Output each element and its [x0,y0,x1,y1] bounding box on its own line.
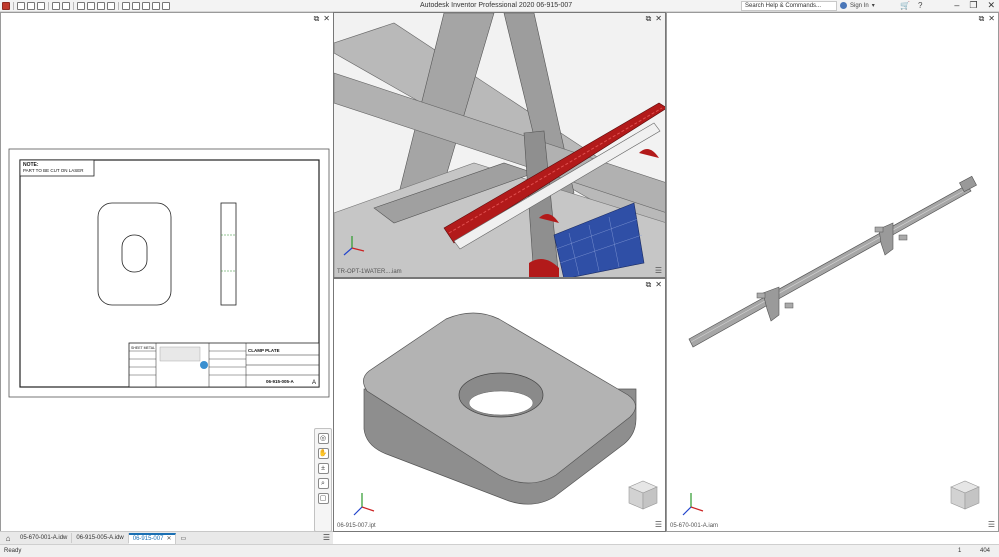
tabs-menu-icon[interactable]: ☰ [323,533,330,542]
doc-tab-label: 06-915-005-A.idw [76,535,124,541]
window-title: Autodesk Inventor Professional 2020 06-9… [420,2,573,9]
viewcube-icon [950,480,980,510]
drawing-number: 06-915-005-A [266,379,295,384]
axis-triad [682,493,704,516]
undo-icon[interactable] [52,2,60,10]
full-navigation-wheel-icon[interactable]: ◎ [317,433,329,444]
plate-slot-bottom [468,390,534,416]
close-pane-icon[interactable]: ✕ [655,15,662,23]
customize-icon[interactable] [162,2,170,10]
close-button[interactable]: ✕ [987,0,995,11]
close-pane-icon[interactable]: ✕ [323,15,330,23]
home-icon[interactable]: ⌂ [0,534,16,543]
revision-letter: A [312,380,316,386]
pane-menu-icon[interactable]: ☰ [655,266,662,275]
part-pane-label: 06-915-007.ipt [337,523,376,529]
restore-button[interactable]: ❐ [969,0,977,11]
redo-icon[interactable] [62,2,70,10]
rail-viewport [682,175,980,516]
sheet-metal-label: SHEET METAL [131,346,155,350]
update-icon[interactable] [97,2,105,10]
user-icon [840,2,847,9]
parameters-icon[interactable] [152,2,160,10]
part-pane[interactable]: ⧉ ✕ 06-915-007.ipt ☰ [333,278,666,532]
rail-tube [688,184,972,348]
return-icon[interactable] [87,2,95,10]
close-pane-icon[interactable]: ✕ [655,281,662,289]
part-viewport [334,279,665,531]
open-file-icon[interactable] [27,2,35,10]
user-account[interactable]: Sign In ▾ [840,2,875,9]
new-file-icon[interactable] [17,2,25,10]
close-tab-icon[interactable]: ✕ [166,536,171,542]
doc-tab-2[interactable]: 06-915-005-A.idw [72,533,129,543]
drawing-sheet: NOTE: PART TO BE CUT ON LASER SHEET META… [8,148,330,398]
quick-access-toolbar [2,1,170,11]
logo-badge [200,361,208,369]
help-icon[interactable]: ? [918,1,922,10]
zoom-selected-icon[interactable]: ▢ [317,493,329,504]
doc-tab-1[interactable]: 05-670-001-A.idw [16,533,73,543]
title-bar: Autodesk Inventor Professional 2020 06-9… [0,0,999,12]
minimize-button[interactable]: – [954,0,959,11]
select-icon[interactable] [107,2,115,10]
status-count-1: 1 [958,548,962,554]
zoom-window-icon[interactable]: ⌕ [317,478,329,489]
restore-pane-icon[interactable]: ⧉ [646,15,652,23]
note-text: PART TO BE CUT ON LASER [23,168,84,173]
measure-icon[interactable] [142,2,150,10]
restore-pane-icon[interactable]: ⧉ [314,15,320,23]
zoom-icon[interactable]: ± [317,463,329,474]
cart-icon[interactable]: 🛒 [900,1,910,10]
pane-menu-icon[interactable]: ☰ [988,520,995,529]
doc-tab-more[interactable]: ▭ [176,533,190,544]
document-tab-bar: ⌂ 05-670-001-A.idw 06-915-005-A.idw 06-9… [0,531,333,544]
user-name: Sign In [850,2,869,9]
assembly-pane-label: TR-OPT-1WATER....iam [337,269,402,275]
doc-tab-3[interactable]: 06-915-007 ✕ [128,532,177,544]
save-icon[interactable] [37,2,45,10]
assembly-viewport [334,13,665,277]
status-bar: Ready 1 404 [0,544,999,557]
navigation-bar: ◎ ✋ ± ⌕ ▢ [314,428,332,532]
status-count-2: 404 [980,548,991,554]
doc-tab-label: 06-915-007 [132,535,164,542]
part-name: CLAMP PLATE [248,348,280,353]
pan-icon[interactable]: ✋ [317,448,329,459]
chevron-down-icon: ▾ [871,3,875,9]
pane-menu-icon[interactable]: ☰ [655,520,662,529]
drawing-pane[interactable]: ⧉ ✕ NOTE: PART TO BE CUT ON LASER SHEET … [0,12,334,532]
company-logo [159,346,201,362]
assembly-pane[interactable]: ⧉ ✕ TR-OPT-1WATER....iam ☰ [333,12,666,278]
app-menu-icon[interactable] [2,2,10,10]
viewcube-icon [628,480,658,510]
restore-pane-icon[interactable]: ⧉ [646,281,652,289]
doc-tab-label: 05-670-001-A.idw [20,535,68,541]
status-text: Ready [4,548,22,554]
restore-pane-icon[interactable]: ⧉ [979,15,985,23]
appearance-icon[interactable] [132,2,140,10]
home-view-icon[interactable] [77,2,85,10]
material-icon[interactable] [122,2,130,10]
rail-assembly-pane[interactable]: ⧉ ✕ 05-670-001-A.iam ☰ [666,12,999,532]
rail-pane-label: 05-670-001-A.iam [670,523,719,529]
search-input[interactable]: Search Help & Commands... [741,1,837,11]
close-pane-icon[interactable]: ✕ [988,15,995,23]
